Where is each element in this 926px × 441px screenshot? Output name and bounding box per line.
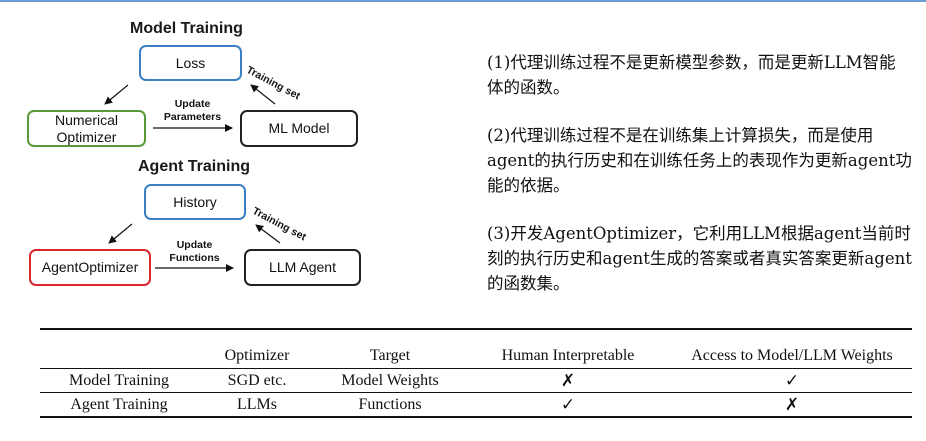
- numerical-optimizer-box: Numerical Optimizer: [27, 110, 146, 147]
- numerical-optimizer-line1: Numerical: [54, 112, 118, 129]
- update-parameters-line2: Parameters: [163, 110, 222, 123]
- table-header-cell: Access to Model/LLM Weights: [691, 347, 893, 364]
- training-diagram: Model Training Loss Training set Numeric…: [0, 0, 400, 300]
- update-parameters-label: Update Parameters: [155, 98, 230, 123]
- table-cell: ✗: [784, 394, 800, 415]
- update-functions-label: Update Functions: [157, 239, 232, 264]
- table-cell: SGD etc.: [198, 368, 316, 393]
- table-header-cell: Optimizer: [224, 347, 290, 364]
- note-1: (1)代理训练过程不是更新模型参数，而是更新LLM智能体的函数。: [487, 53, 896, 97]
- table-cell: Model Training: [40, 368, 198, 393]
- table-cell: LLMs: [237, 395, 277, 413]
- notes-panel: (1)代理训练过程不是更新模型参数，而是更新LLM智能体的函数。 (2)代理训练…: [487, 50, 912, 319]
- table-cell: ✓: [672, 368, 912, 393]
- table-row: Model Training SGD etc. Model Weights ✗ …: [40, 368, 912, 393]
- table-header-cell: Human Interpretable: [501, 347, 635, 364]
- update-functions-line2: Functions: [169, 251, 220, 264]
- agentoptimizer-box: AgentOptimizer: [29, 249, 151, 286]
- note-2: (2)代理训练过程不是在训练集上计算损失，而是使用agent的执行历史和在训练任…: [487, 126, 912, 195]
- note-3: (3)开发AgentOptimizer，它利用LLM根据agent当前时刻的执行…: [487, 224, 912, 293]
- table-row: Agent Training LLMs Functions ✓ ✗: [40, 393, 912, 417]
- ml-model-box: ML Model: [240, 110, 358, 147]
- loss-box: Loss: [139, 45, 242, 81]
- llm-agent-box: LLM Agent: [244, 249, 361, 286]
- agent-training-title: Agent Training: [138, 158, 250, 175]
- table-cell: Agent Training: [70, 395, 168, 413]
- arrow-history-to-agentoptimizer: [108, 223, 133, 244]
- table-cell: Model Weights: [316, 368, 464, 393]
- table-cell: ✗: [464, 368, 672, 393]
- model-training-title: Model Training: [130, 20, 243, 37]
- arrow-loss-to-optimizer: [104, 84, 129, 105]
- history-box: History: [144, 184, 246, 220]
- table-cell: Functions: [358, 395, 422, 413]
- table-header-cell: [40, 329, 198, 369]
- update-parameters-line1: Update: [174, 98, 211, 110]
- numerical-optimizer-line2: Optimizer: [56, 128, 117, 145]
- update-functions-line1: Update: [176, 239, 213, 251]
- comparison-table: Optimizer Target Human Interpretable Acc…: [40, 328, 912, 418]
- table-header-cell: Target: [369, 347, 411, 364]
- table-header-row: Optimizer Target Human Interpretable Acc…: [40, 329, 912, 369]
- table-cell: ✓: [560, 394, 576, 415]
